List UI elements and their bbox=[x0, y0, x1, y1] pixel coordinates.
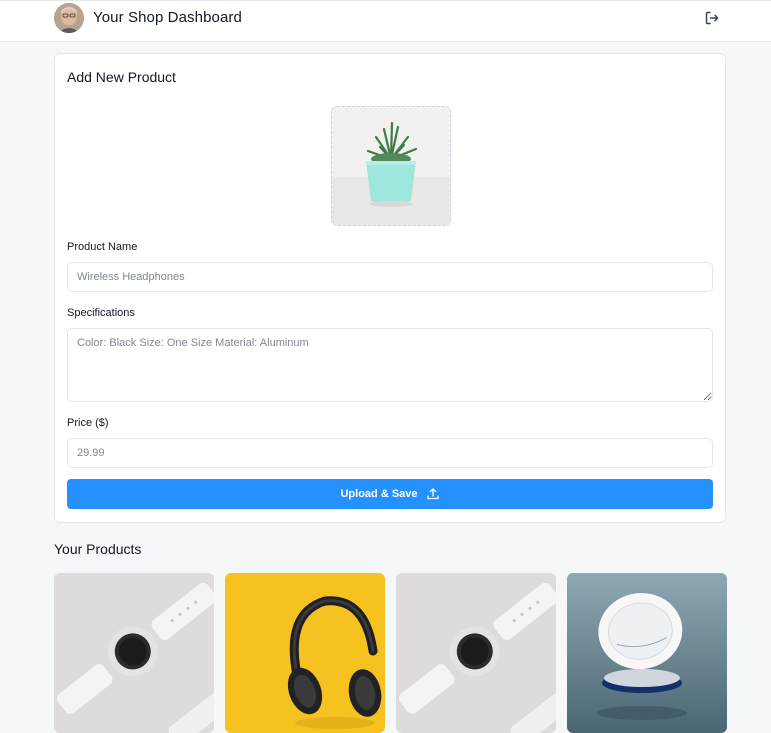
product-name-input[interactable] bbox=[67, 262, 713, 292]
app-title: Your Shop Dashboard bbox=[93, 9, 242, 26]
your-products-title: Your Products bbox=[54, 541, 142, 557]
dove-cream-jar-image bbox=[567, 573, 727, 733]
add-product-card: Add New Product Product Name Specificati… bbox=[54, 53, 726, 523]
logout-icon bbox=[705, 11, 719, 25]
product-image-upload[interactable] bbox=[331, 106, 451, 226]
headphones-on-yellow-image bbox=[225, 573, 385, 733]
product-card-smartwatch[interactable] bbox=[54, 573, 214, 733]
potted-succulent-image bbox=[332, 107, 450, 225]
price-label: Price ($) bbox=[67, 417, 109, 429]
logout-button[interactable] bbox=[702, 8, 722, 28]
upload-save-button[interactable]: Upload & Save bbox=[67, 479, 713, 509]
price-input[interactable] bbox=[67, 438, 713, 468]
add-product-title: Add New Product bbox=[67, 69, 176, 85]
upload-save-label: Upload & Save bbox=[340, 488, 418, 500]
top-header: Your Shop Dashboard bbox=[0, 0, 771, 42]
smartwatch-white-image bbox=[396, 573, 556, 733]
smartwatch-white-image bbox=[54, 573, 214, 733]
product-card-dove-cream[interactable] bbox=[567, 573, 727, 733]
product-card-smartwatch-2[interactable] bbox=[396, 573, 556, 733]
product-name-label: Product Name bbox=[67, 241, 138, 253]
user-avatar[interactable] bbox=[54, 3, 84, 33]
product-card-headphones[interactable] bbox=[225, 573, 385, 733]
avatar-icon bbox=[54, 3, 84, 33]
specifications-label: Specifications bbox=[67, 307, 135, 319]
upload-icon bbox=[426, 488, 439, 500]
specifications-textarea[interactable] bbox=[67, 328, 713, 402]
